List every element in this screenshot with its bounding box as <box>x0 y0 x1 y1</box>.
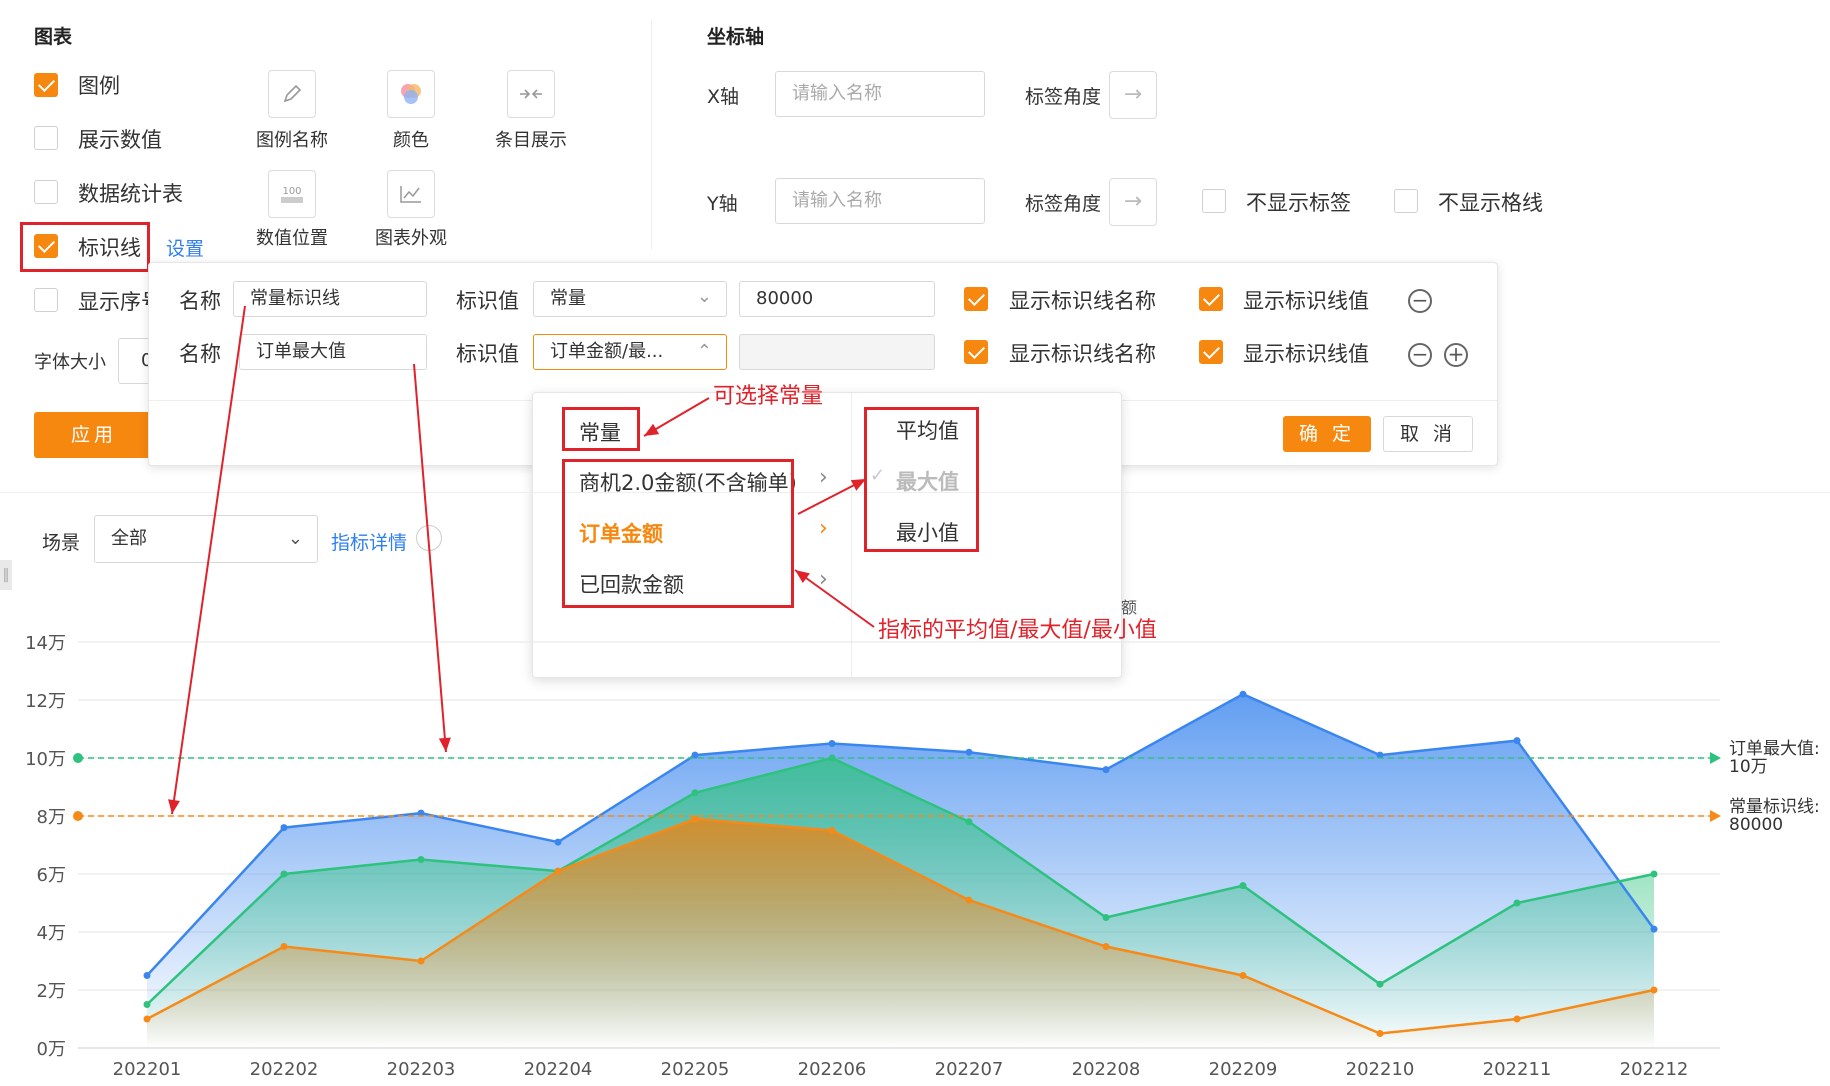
highlight-metrics-box <box>562 459 794 608</box>
x-tick-label: 202207 <box>935 1059 1004 1080</box>
markline-label-name: 常量标识线: <box>1729 797 1820 817</box>
x-tick-label: 202206 <box>798 1059 867 1080</box>
highlight-stats-box <box>864 407 979 552</box>
data-point <box>1239 972 1247 979</box>
data-point <box>1376 980 1384 988</box>
data-point <box>1239 690 1247 698</box>
x-tick-label: 202212 <box>1620 1059 1689 1080</box>
data-point <box>1650 925 1658 933</box>
markline-label-value: 80000 <box>1729 815 1783 835</box>
x-tick-label: 202202 <box>250 1059 319 1080</box>
highlight-constant-box <box>562 407 640 451</box>
markline-start-dot <box>73 753 83 763</box>
annotation-arrowhead <box>795 570 810 584</box>
data-point <box>828 740 836 747</box>
data-point <box>828 827 836 834</box>
y-tick-label: 14万 <box>25 633 66 654</box>
y-tick-label: 6万 <box>37 865 66 886</box>
data-point <box>417 856 425 863</box>
data-point <box>143 972 151 979</box>
data-point <box>417 957 425 965</box>
data-point <box>280 870 288 878</box>
y-tick-label: 12万 <box>25 691 66 712</box>
markline-start-dot <box>73 811 83 821</box>
data-point <box>965 748 973 756</box>
data-point <box>1102 943 1110 950</box>
y-tick-label: 2万 <box>37 981 66 1002</box>
annotation-arrow <box>794 569 875 628</box>
y-tick-label: 4万 <box>37 923 66 944</box>
x-tick-label: 202208 <box>1072 1059 1141 1080</box>
markline-arrow <box>1710 752 1721 764</box>
annotation-arrow <box>171 305 246 815</box>
x-tick-label: 202209 <box>1209 1059 1278 1080</box>
x-tick-label: 202203 <box>387 1059 456 1080</box>
data-point <box>1650 986 1658 994</box>
annotation-metric-stats: 指标的平均值/最大值/最小值 <box>878 618 1157 643</box>
data-point <box>1513 899 1521 907</box>
data-point <box>143 1001 151 1008</box>
data-point <box>691 789 699 797</box>
annotation-choose-constant: 可选择常量 <box>713 384 824 409</box>
y-tick-label: 8万 <box>37 807 66 828</box>
data-point <box>1239 882 1247 890</box>
data-point <box>965 818 973 826</box>
data-point <box>554 838 562 846</box>
annotation-arrowhead <box>168 799 180 814</box>
markline-label-name: 订单最大值: <box>1729 739 1820 759</box>
markline-label-value: 10万 <box>1729 757 1768 777</box>
data-point <box>143 1015 151 1023</box>
markline-arrow <box>1710 810 1721 822</box>
x-tick-label: 202210 <box>1346 1059 1415 1080</box>
data-point <box>1102 766 1110 774</box>
data-point <box>1650 870 1658 878</box>
annotation-arrow <box>413 363 447 753</box>
data-point <box>1513 1015 1521 1023</box>
y-tick-label: 10万 <box>25 749 66 770</box>
data-point <box>280 943 288 950</box>
x-tick-label: 202205 <box>661 1059 730 1080</box>
data-point <box>1513 737 1521 745</box>
data-point <box>554 867 562 875</box>
data-point <box>1376 1030 1384 1037</box>
data-point <box>280 824 288 832</box>
x-tick-label: 202201 <box>113 1059 182 1080</box>
data-point <box>1102 914 1110 921</box>
y-tick-label: 0万 <box>37 1039 66 1060</box>
x-tick-label: 202211 <box>1483 1059 1552 1080</box>
annotation-arrowhead <box>644 423 660 436</box>
data-point <box>965 896 973 904</box>
x-tick-label: 202204 <box>524 1059 593 1080</box>
